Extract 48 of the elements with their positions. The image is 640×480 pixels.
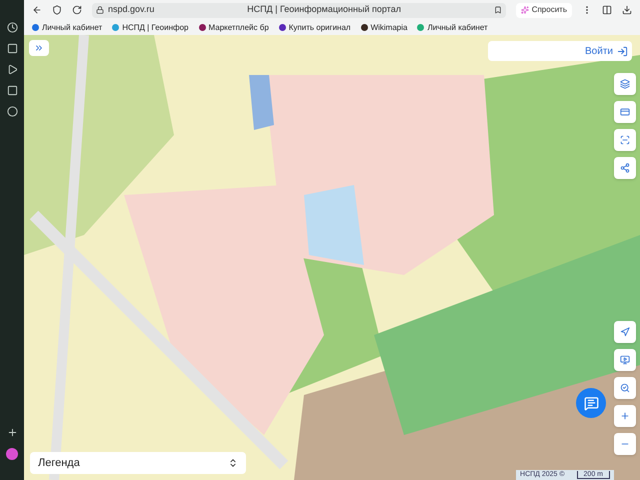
login-button[interactable]: Войти — [488, 41, 632, 61]
bookmark-link[interactable]: Купить оригинал — [288, 22, 351, 34]
lock-icon — [96, 6, 104, 14]
card-button[interactable] — [614, 101, 636, 123]
sparkle-icon — [520, 6, 529, 14]
screen-button[interactable] — [614, 349, 636, 371]
ask-button[interactable]: Спросить — [516, 2, 572, 18]
back-icon[interactable] — [32, 5, 42, 15]
layers-icon — [620, 79, 630, 89]
shield-icon[interactable] — [52, 5, 62, 15]
download-icon[interactable] — [622, 5, 632, 15]
add-icon[interactable] — [6, 427, 18, 438]
plus-icon — [620, 411, 630, 421]
zoom-in-button[interactable] — [614, 405, 636, 427]
search-icon — [620, 383, 630, 393]
double-chevron-icon — [34, 43, 44, 53]
panels-icon[interactable] — [602, 5, 612, 15]
share-icon — [620, 163, 630, 173]
assistant-icon[interactable] — [6, 448, 18, 460]
play-icon[interactable] — [6, 64, 18, 75]
history-icon[interactable] — [6, 22, 18, 33]
share-button[interactable] — [614, 157, 636, 179]
screen-icon — [620, 355, 630, 365]
navigation-icon — [620, 327, 630, 337]
card-icon — [620, 107, 630, 117]
bookmark-link[interactable]: Маркетплейс бр — [208, 22, 269, 34]
collections-icon[interactable] — [6, 43, 18, 54]
reload-icon[interactable] — [72, 5, 82, 15]
url-text: nspd.gov.ru — [108, 3, 154, 16]
address-bar[interactable]: nspd.gov.ru НСПД | Геоинформационный портал — [92, 2, 506, 18]
bookmark-link[interactable]: Wikimapia — [370, 22, 408, 34]
expand-panel-button[interactable] — [29, 40, 49, 56]
layers-button[interactable] — [614, 73, 636, 95]
updown-icon — [228, 458, 238, 468]
bookmark-link[interactable]: НСПД | Геоинфор — [122, 22, 188, 34]
locate-button[interactable] — [614, 321, 636, 343]
tab-icon[interactable] — [6, 85, 18, 96]
bookmark-link[interactable]: Личный кабинет — [42, 22, 102, 34]
login-icon — [617, 46, 628, 56]
bookmark-icon[interactable] — [494, 6, 502, 14]
page-title: НСПД | Геоинформационный портал — [246, 3, 402, 16]
circle-icon[interactable] — [6, 106, 18, 117]
bookmark-link[interactable]: Личный кабинет — [427, 22, 488, 34]
search-location-button[interactable] — [614, 377, 636, 399]
legend-dropdown[interactable]: Легенда — [30, 452, 246, 474]
chat-icon — [584, 396, 598, 410]
select-area-button[interactable] — [614, 129, 636, 151]
scan-icon — [620, 135, 630, 145]
